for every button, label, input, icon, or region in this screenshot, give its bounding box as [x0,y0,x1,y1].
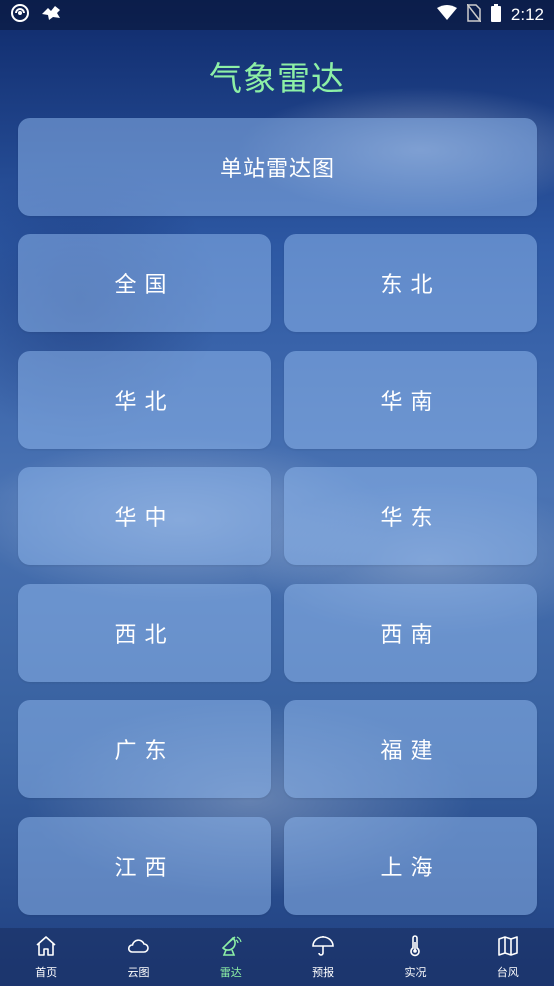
region-label: 华南 [380,390,441,415]
nav-item-cloud[interactable]: 云图 [92,928,184,986]
status-time: 2:12 [510,5,544,24]
radar-icon [219,934,243,961]
region-label: 江西 [114,856,175,881]
region-label: 华东 [380,506,441,531]
nav-label: 雷达 [219,966,242,979]
single-station-radar-label: 单站雷达图 [219,157,335,182]
nav-item-radar[interactable]: 雷达 [185,928,277,986]
region-button-jiangxi[interactable]: 江西 [18,817,271,915]
home-icon [34,934,58,961]
region-button-south-china[interactable]: 华南 [284,351,537,449]
region-button-east-china[interactable]: 华东 [284,467,537,565]
cloud-icon [126,934,150,961]
status-bar: 2:12 [0,0,554,30]
region-label: 广东 [114,739,175,764]
nav-label: 首页 [35,966,58,979]
no-sim-icon [466,3,482,26]
region-button-guangdong[interactable]: 广东 [18,700,271,798]
region-button-southwest[interactable]: 西南 [284,584,537,682]
region-label: 福建 [380,739,441,764]
nav-label: 实况 [404,966,427,979]
region-button-north-china[interactable]: 华北 [18,351,271,449]
region-label: 华北 [114,390,175,415]
region-label: 西南 [380,623,441,648]
region-button-nationwide[interactable]: 全国 [18,234,271,332]
thermometer-icon [403,934,427,961]
app-notification-icon [10,3,30,27]
umbrella-icon [311,934,335,961]
map-icon [496,934,520,961]
nav-label: 云图 [127,966,150,979]
bottom-nav: 首页 云图 雷达 预报 实况 台风 [0,928,554,986]
region-label: 东北 [380,273,441,298]
page-title: 气象雷达 [209,59,345,98]
region-label: 上海 [380,856,441,881]
region-button-fujian[interactable]: 福建 [284,700,537,798]
region-label: 全国 [114,273,175,298]
region-button-northeast[interactable]: 东北 [284,234,537,332]
region-button-central-china[interactable]: 华中 [18,467,271,565]
wifi-icon [436,5,457,25]
battery-icon [490,4,501,26]
nav-item-live[interactable]: 实况 [369,928,461,986]
region-label: 西北 [114,623,175,648]
bird-notification-icon [40,4,62,26]
region-button-shanghai[interactable]: 上海 [284,817,537,915]
region-button-northwest[interactable]: 西北 [18,584,271,682]
status-right: 2:12 [436,3,544,26]
status-left [10,3,62,27]
nav-label: 预报 [312,966,335,979]
region-label: 华中 [114,506,175,531]
nav-item-forecast[interactable]: 预报 [277,928,369,986]
single-station-radar-button[interactable]: 单站雷达图 [18,118,537,216]
nav-label: 台风 [496,966,519,979]
nav-item-typhoon[interactable]: 台风 [462,928,554,986]
nav-item-home[interactable]: 首页 [0,928,92,986]
